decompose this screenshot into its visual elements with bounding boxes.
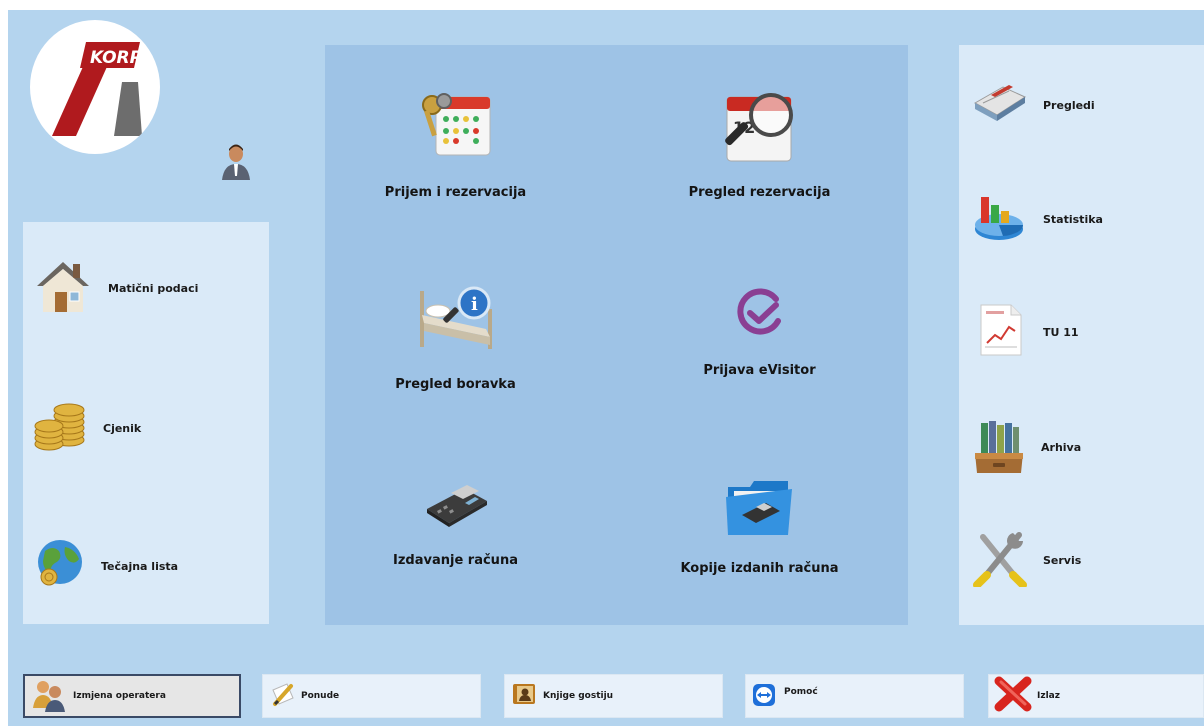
window-top-edge — [0, 0, 1204, 10]
tile-kopije-izdanih-racuna[interactable]: Kopije izdanih računa — [677, 473, 842, 576]
tile-pregled-rezervacija[interactable]: 12 Pregled rezervacija — [677, 87, 842, 200]
izlaz-button[interactable]: Izlaz — [988, 674, 1204, 718]
books-icon — [973, 81, 1027, 129]
knjige-gostiju-button[interactable]: Knjige gostiju — [504, 674, 723, 718]
menu-pregledi[interactable]: Pregledi — [973, 81, 1095, 129]
globe-coins-icon — [35, 537, 85, 595]
tile-prijava-evisitor-label: Prijava eVisitor — [703, 363, 816, 378]
menu-tu11-label: TU 11 — [1043, 325, 1079, 339]
tile-pregled-boravka-label: Pregled boravka — [395, 377, 516, 392]
tile-kopije-izdanih-racuna-label: Kopije izdanih računa — [680, 561, 839, 576]
menu-maticni-podaci-label: Matični podaci — [108, 281, 199, 295]
coins-icon — [33, 398, 89, 458]
house-icon — [33, 256, 95, 320]
menu-cjenik-label: Cjenik — [103, 421, 142, 435]
menu-cjenik[interactable]: Cjenik — [33, 398, 141, 458]
tile-prijem-rezervacija-label: Prijem i rezervacija — [384, 185, 527, 200]
archive-box-icon — [973, 415, 1025, 479]
ponude-label: Ponude — [301, 691, 340, 701]
izmjena-operatera-button[interactable]: Izmjena operatera — [23, 674, 241, 718]
evisitor-logo-icon — [732, 288, 788, 343]
menu-arhiva[interactable]: Arhiva — [973, 415, 1081, 479]
korp-logo: KORP — [30, 20, 160, 154]
chart-icon — [973, 189, 1027, 249]
tile-prijem-rezervacija[interactable]: Prijem i rezervacija — [373, 87, 538, 200]
user-avatar-icon[interactable] — [218, 140, 254, 182]
menu-tu11[interactable]: TU 11 — [973, 301, 1079, 363]
main-menu-panel: Prijem i rezervacija 12 Pregled rezervac… — [325, 45, 908, 625]
izlaz-label: Izlaz — [1037, 691, 1060, 701]
menu-tecajna-lista[interactable]: Tečajna lista — [35, 537, 178, 595]
tile-pregled-boravka[interactable]: i Pregled boravka — [373, 275, 538, 392]
calendar-magnifier-icon: 12 — [719, 93, 801, 171]
menu-pregledi-label: Pregledi — [1043, 98, 1095, 112]
menu-maticni-podaci[interactable]: Matični podaci — [33, 256, 198, 320]
teamviewer-icon — [752, 683, 776, 711]
guest-book-icon — [511, 680, 539, 712]
menu-servis[interactable]: Servis — [973, 529, 1081, 591]
menu-arhiva-label: Arhiva — [1041, 440, 1082, 454]
report-document-icon — [973, 301, 1027, 363]
menu-statistika[interactable]: Statistika — [973, 189, 1103, 249]
card-terminal-icon — [421, 485, 491, 533]
tile-izdavanje-racuna[interactable]: Izdavanje računa — [373, 477, 538, 568]
folder-terminal-icon — [722, 481, 798, 545]
izmjena-operatera-label: Izmjena operatera — [73, 691, 166, 701]
left-menu-panel: Matični podaci Cjenik Tečajna lista — [23, 222, 269, 624]
tile-prijava-evisitor[interactable]: Prijava eVisitor — [677, 283, 842, 378]
tile-izdavanje-racuna-label: Izdavanje računa — [393, 553, 518, 568]
pomoc-button[interactable]: Pomoć — [745, 674, 964, 718]
calendar-keys-icon — [416, 93, 496, 167]
right-menu-panel: Pregledi Statistika TU 11 Arhiva Servis — [959, 45, 1204, 625]
pomoc-label: Pomoć — [784, 687, 818, 697]
logo-text: KORP — [90, 48, 143, 68]
knjige-gostiju-label: Knjige gostiju — [543, 691, 614, 701]
window-left-edge — [0, 0, 8, 726]
menu-servis-label: Servis — [1043, 553, 1082, 567]
red-x-icon — [993, 675, 1033, 717]
tools-icon — [973, 529, 1027, 591]
tile-pregled-rezervacija-label: Pregled rezervacija — [688, 185, 831, 200]
bed-info-icon: i — [414, 286, 498, 359]
menu-tecajna-lista-label: Tečajna lista — [101, 559, 179, 573]
menu-statistika-label: Statistika — [1043, 212, 1103, 226]
operators-icon — [31, 676, 67, 716]
pen-paper-icon — [269, 680, 297, 712]
svg-text:i: i — [471, 294, 478, 315]
ponude-button[interactable]: Ponude — [262, 674, 481, 718]
